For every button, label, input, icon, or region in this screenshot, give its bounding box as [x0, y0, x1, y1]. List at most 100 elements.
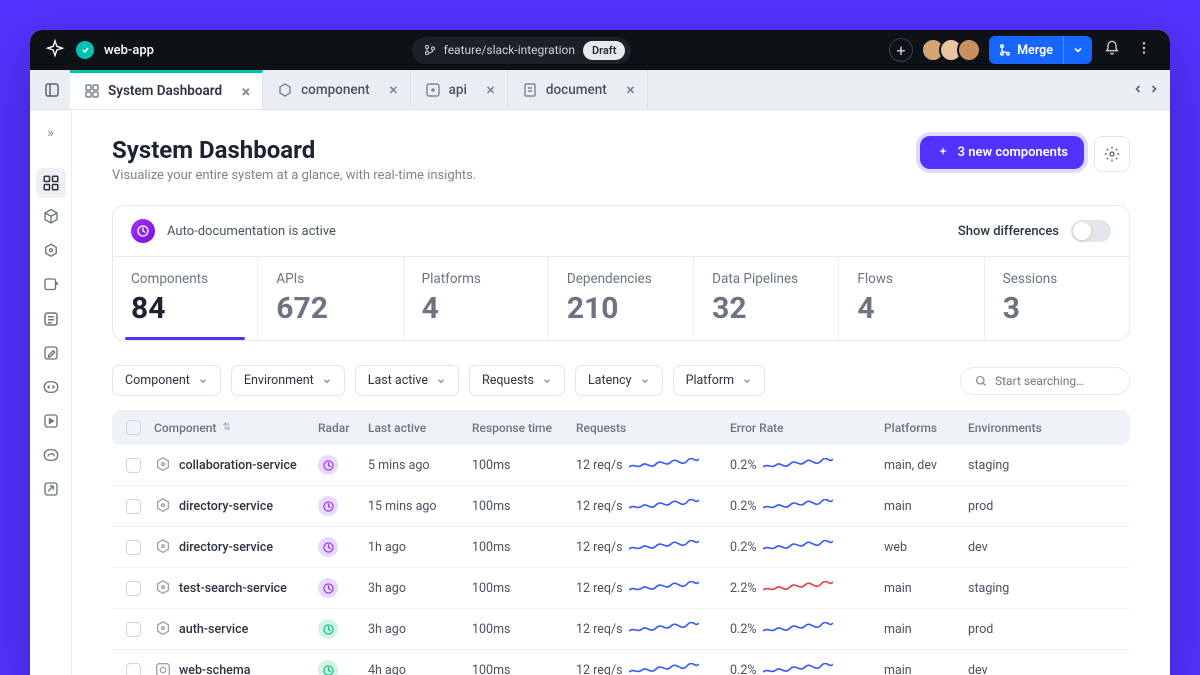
new-components-button[interactable]: 3 new components: [920, 136, 1084, 169]
auto-doc-label: Auto-documentation is active: [167, 224, 336, 239]
close-icon[interactable]: ×: [242, 82, 251, 101]
platforms: web: [884, 540, 964, 555]
logo-icon: [44, 39, 66, 61]
stat-dependencies[interactable]: Dependencies210: [549, 257, 694, 340]
environments: prod: [968, 499, 1058, 514]
radar-icon: [318, 455, 338, 475]
table-row[interactable]: directory-service1h ago100ms12 req/s0.2%…: [112, 527, 1130, 568]
last-active: 3h ago: [368, 622, 468, 637]
table-row[interactable]: auth-service3h ago100ms12 req/s0.2%mainp…: [112, 609, 1130, 650]
error-rate: 0.2%: [730, 540, 880, 555]
rail-hex-icon[interactable]: [36, 236, 66, 266]
select-all-checkbox[interactable]: [126, 420, 141, 435]
error-rate: 0.2%: [730, 458, 880, 473]
stat-apis[interactable]: APIs672: [258, 257, 403, 340]
stat-components[interactable]: Components84: [113, 257, 258, 340]
chevron-down-icon: [640, 376, 650, 386]
rail-play-icon[interactable]: [36, 406, 66, 436]
filter-environment[interactable]: Environment: [231, 365, 345, 396]
requests: 12 req/s: [576, 663, 726, 675]
rail-arrow-icon[interactable]: [36, 474, 66, 504]
platforms: main, dev: [884, 458, 964, 473]
response-time: 100ms: [472, 663, 572, 675]
environments: dev: [968, 663, 1058, 675]
stat-sessions[interactable]: Sessions3: [985, 257, 1129, 340]
rail-code-icon[interactable]: [36, 372, 66, 402]
branch-icon: [424, 44, 436, 56]
row-checkbox[interactable]: [126, 581, 141, 596]
row-checkbox[interactable]: [126, 622, 141, 637]
rail-expand[interactable]: »: [36, 118, 66, 148]
environments: staging: [968, 458, 1058, 473]
tab-api[interactable]: api×: [411, 70, 508, 109]
row-checkbox[interactable]: [126, 458, 141, 473]
close-icon[interactable]: ×: [389, 80, 398, 99]
table-row[interactable]: test-search-service3h ago100ms12 req/s2.…: [112, 568, 1130, 609]
table-row[interactable]: directory-service15 mins ago100ms12 req/…: [112, 486, 1130, 527]
row-checkbox[interactable]: [126, 540, 141, 555]
rail-dashboard-icon[interactable]: [36, 168, 66, 198]
filter-last-active[interactable]: Last active: [355, 365, 459, 396]
titlebar: web-app feature/slack-integration Draft …: [30, 30, 1170, 70]
last-active: 4h ago: [368, 663, 468, 675]
tab-icon: [277, 82, 293, 98]
close-icon[interactable]: ×: [626, 80, 635, 99]
stat-flows[interactable]: Flows4: [839, 257, 984, 340]
collaborator-avatars[interactable]: [921, 38, 981, 62]
tab-system-dashboard[interactable]: System Dashboard×: [70, 70, 263, 109]
row-checkbox[interactable]: [126, 499, 141, 514]
platforms: main: [884, 499, 964, 514]
merge-button[interactable]: Merge: [989, 36, 1092, 64]
row-checkbox[interactable]: [126, 663, 141, 675]
close-icon[interactable]: ×: [486, 80, 495, 99]
platforms: main: [884, 622, 964, 637]
stat-platforms[interactable]: Platforms4: [404, 257, 549, 340]
radar-icon: [318, 578, 338, 598]
stat-data-pipelines[interactable]: Data Pipelines32: [694, 257, 839, 340]
error-rate: 0.2%: [730, 499, 880, 514]
filter-platform[interactable]: Platform: [673, 365, 766, 396]
auto-doc-icon: [131, 219, 155, 243]
sparkle-icon: [936, 146, 950, 160]
table-row[interactable]: web-schema4h ago100ms12 req/s0.2%maindev: [112, 650, 1130, 675]
auto-doc-banner: Auto-documentation is active Show differ…: [112, 205, 1130, 257]
tab-component[interactable]: component×: [263, 70, 410, 109]
notifications-icon[interactable]: [1100, 36, 1124, 64]
rail-cloud-icon[interactable]: [36, 440, 66, 470]
rail-cube-icon[interactable]: [36, 202, 66, 232]
branch-selector[interactable]: feature/slack-integration Draft: [412, 37, 632, 64]
response-time: 100ms: [472, 622, 572, 637]
components-table: Component⇅ Radar Last active Response ti…: [112, 410, 1130, 675]
requests: 12 req/s: [576, 499, 726, 514]
rail-plus-box-icon[interactable]: [36, 270, 66, 300]
filter-component[interactable]: Component: [112, 365, 221, 396]
rail-edit-icon[interactable]: [36, 338, 66, 368]
branch-name: feature/slack-integration: [444, 43, 575, 57]
more-menu-icon[interactable]: [1132, 36, 1156, 64]
filter-bar: Component Environment Last active Requests L…: [112, 365, 1130, 396]
sidebar-toggle-icon[interactable]: [34, 70, 70, 109]
settings-button[interactable]: [1094, 136, 1130, 172]
merge-dropdown[interactable]: [1063, 36, 1092, 64]
response-time: 100ms: [472, 458, 572, 473]
tab-next[interactable]: [1148, 80, 1160, 99]
app-name: web-app: [104, 43, 154, 58]
search-input[interactable]: [995, 374, 1115, 388]
show-diff-toggle[interactable]: [1071, 220, 1111, 242]
table-row[interactable]: collaboration-service5 mins ago100ms12 r…: [112, 445, 1130, 486]
filter-requests[interactable]: Requests: [469, 365, 565, 396]
component-name: directory-service: [154, 538, 314, 556]
component-name: collaboration-service: [154, 456, 314, 474]
chevron-down-icon: [198, 376, 208, 386]
show-diff-label: Show differences: [958, 224, 1059, 239]
merge-icon: [999, 44, 1011, 56]
add-button[interactable]: +: [889, 38, 913, 62]
rail-lines-icon[interactable]: [36, 304, 66, 334]
avatar[interactable]: [957, 38, 981, 62]
filter-latency[interactable]: Latency: [575, 365, 663, 396]
sort-icon[interactable]: ⇅: [222, 422, 230, 433]
tab-document[interactable]: document×: [508, 70, 648, 109]
tab-prev[interactable]: [1132, 80, 1144, 99]
table-header: Component⇅ Radar Last active Response ti…: [112, 410, 1130, 445]
search-box[interactable]: [960, 367, 1130, 395]
